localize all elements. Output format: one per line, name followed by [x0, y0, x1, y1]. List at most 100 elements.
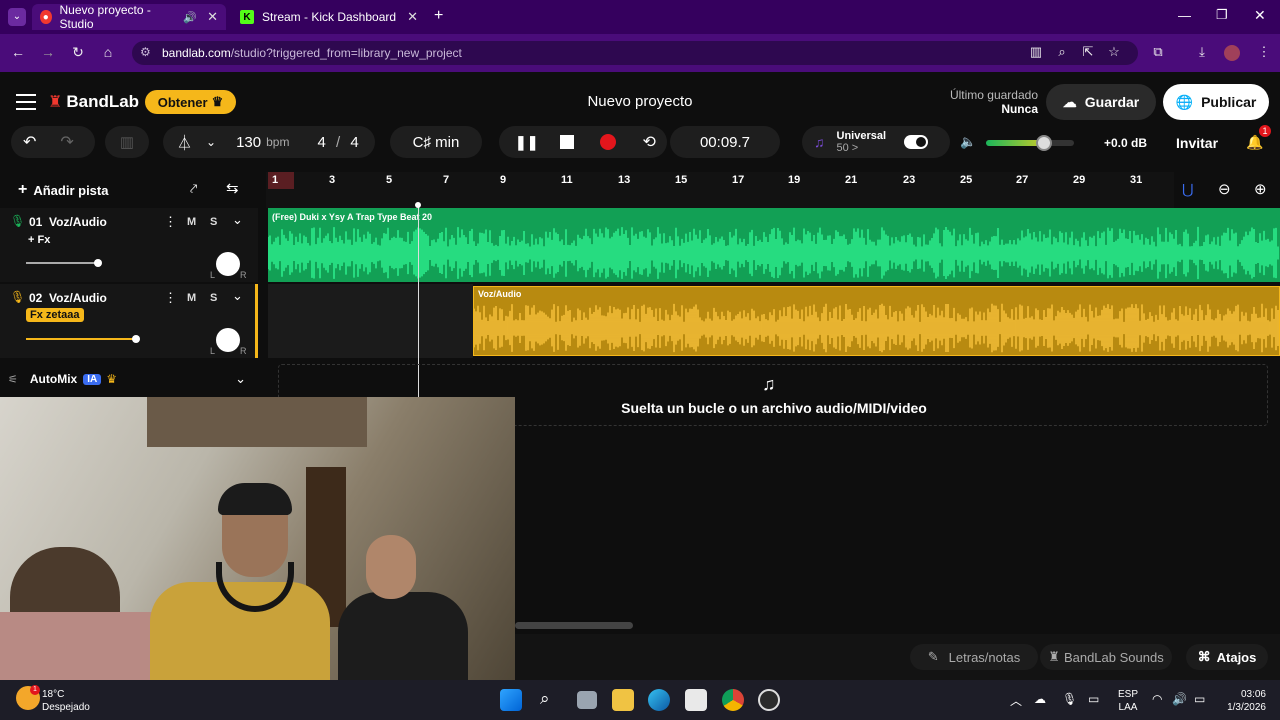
- obtener-button[interactable]: Obtener ♛: [145, 90, 236, 114]
- reload-icon[interactable]: ↻: [68, 44, 88, 61]
- track-2-name[interactable]: Voz/Audio: [49, 291, 107, 305]
- tray-chevron-icon[interactable]: ︿: [1010, 692, 1022, 709]
- track-2-solo-button[interactable]: S: [210, 292, 217, 304]
- task-view-icon[interactable]: [577, 691, 597, 709]
- track-1-name[interactable]: Voz/Audio: [49, 215, 107, 229]
- home-icon[interactable]: ⌂: [98, 44, 118, 60]
- undo-icon[interactable]: ↶: [23, 132, 36, 152]
- forward-icon[interactable]: →: [38, 44, 58, 60]
- automation-icon[interactable]: ⤤: [190, 181, 197, 197]
- track-1-pan-knob[interactable]: [216, 252, 240, 276]
- track-header-2[interactable]: 🎙 02 Voz/Audio ⋮ M S ⌄ Fx zetaaa L R: [0, 284, 258, 358]
- volume-slider[interactable]: [986, 135, 1074, 151]
- volume-icon[interactable]: 🔈: [960, 134, 976, 150]
- language-indicator[interactable]: ESP LAA: [1118, 688, 1138, 714]
- guardar-button[interactable]: ☁ Guardar: [1046, 84, 1156, 120]
- time-signature[interactable]: 4 / 4: [317, 134, 358, 151]
- search-icon[interactable]: ⌕: [540, 689, 550, 709]
- invitar-button[interactable]: Invitar: [1176, 135, 1218, 151]
- piano-roll-button[interactable]: ▥: [105, 126, 149, 158]
- atajos-button[interactable]: ⌘ Atajos: [1186, 644, 1268, 670]
- tab-list-chevron-icon[interactable]: ⌄: [8, 8, 26, 26]
- letras-button[interactable]: ✎ Letras/notas: [910, 644, 1038, 670]
- loop-icon[interactable]: ⟲: [642, 132, 655, 152]
- bandlab-logo[interactable]: ♜ BandLab: [48, 92, 139, 112]
- track-1-expand-icon[interactable]: ⌄: [232, 212, 243, 228]
- new-tab-icon[interactable]: +: [434, 7, 443, 25]
- tray-mic-icon[interactable]: 🎙: [1062, 692, 1077, 706]
- track-2-volume-slider[interactable]: [26, 335, 140, 343]
- automix-chevron-icon[interactable]: ⌄: [235, 371, 246, 387]
- track-2-pan-knob[interactable]: [216, 328, 240, 352]
- redo-icon[interactable]: ↷: [60, 132, 73, 152]
- onedrive-icon[interactable]: ☁: [1034, 692, 1046, 706]
- track-2-volume-knob[interactable]: [132, 335, 140, 343]
- track-2-expand-icon[interactable]: ⌄: [232, 288, 243, 304]
- horizontal-scrollbar[interactable]: [515, 622, 633, 629]
- metronome-icon[interactable]: ⏃: [177, 132, 192, 153]
- wifi-icon[interactable]: ◠: [1152, 692, 1162, 706]
- key-button[interactable]: C♯ min: [390, 126, 482, 158]
- battery-icon[interactable]: ▭: [1194, 692, 1205, 706]
- track-1-volume-knob[interactable]: [94, 259, 102, 267]
- obs-icon[interactable]: [758, 689, 780, 711]
- track-header-1[interactable]: 🎙 01 Voz/Audio ⋮ M S ⌄ + Fx L R: [0, 208, 258, 282]
- record-icon[interactable]: [600, 134, 617, 150]
- zoom-in-icon[interactable]: ⊕: [1254, 180, 1267, 198]
- add-track-button[interactable]: + Añadir pista: [18, 181, 108, 199]
- volume-knob[interactable]: [1036, 135, 1052, 151]
- reader-mode-icon[interactable]: ▥: [1026, 44, 1046, 60]
- tab-studio[interactable]: ● Nuevo proyecto - Studio 🔊 ✕: [32, 3, 226, 31]
- playhead-handle[interactable]: [415, 202, 421, 208]
- stop-icon[interactable]: [560, 135, 575, 149]
- track-1-volume-slider[interactable]: [26, 259, 102, 267]
- tray-display-icon[interactable]: ▭: [1088, 692, 1099, 706]
- magnet-snap-icon[interactable]: ⋃: [1182, 181, 1193, 198]
- zoom-out-icon[interactable]: ⊖: [1218, 180, 1231, 198]
- hamburger-menu-icon[interactable]: [16, 94, 36, 110]
- tab-kick[interactable]: K Stream - Kick Dashboard ✕: [232, 4, 426, 30]
- automix-row[interactable]: ⚟ AutoMix IA ♛ ⌄: [0, 366, 258, 392]
- download-icon[interactable]: ⤓: [1192, 44, 1212, 60]
- clock[interactable]: 03:06 1/3/2026: [1222, 688, 1266, 714]
- audio-clip-1[interactable]: (Free) Duki x Ysy A Trap Type Beat 20: [268, 208, 1280, 282]
- track-1-mute-button[interactable]: M: [187, 216, 196, 228]
- speaker-icon[interactable]: 🔊: [183, 11, 197, 24]
- track-1-solo-button[interactable]: S: [210, 216, 217, 228]
- speaker-tray-icon[interactable]: 🔊: [1172, 692, 1187, 706]
- bpm-value[interactable]: 130: [236, 134, 261, 151]
- timeline-ruler[interactable]: [266, 172, 1174, 208]
- extensions-icon[interactable]: ⧉: [1148, 44, 1168, 60]
- browser-menu-icon[interactable]: ⋮: [1254, 44, 1274, 60]
- sounds-button[interactable]: ♜ BandLab Sounds: [1040, 644, 1172, 670]
- maximize-icon[interactable]: ❐: [1216, 7, 1228, 23]
- close-tab-icon[interactable]: ✕: [207, 9, 218, 25]
- preset-toggle[interactable]: [904, 135, 929, 149]
- track-1-menu-icon[interactable]: ⋮: [164, 214, 177, 230]
- project-title[interactable]: Nuevo proyecto: [560, 93, 720, 110]
- edge-icon[interactable]: [648, 689, 670, 711]
- windows-start-icon[interactable]: [500, 689, 522, 711]
- metronome-chevron-icon[interactable]: ⌄: [206, 135, 216, 149]
- track-2-mute-button[interactable]: M: [187, 292, 196, 304]
- chrome-icon[interactable]: [722, 689, 744, 711]
- url-field[interactable]: ⚙ bandlab.com/studio?triggered_from=libr…: [132, 41, 1138, 65]
- preset-info[interactable]: Universal 50 >: [837, 130, 887, 154]
- site-info-icon[interactable]: ⚙: [140, 45, 151, 59]
- minimize-icon[interactable]: —: [1178, 8, 1191, 23]
- audio-clip-2[interactable]: Voz/Audio: [473, 286, 1280, 356]
- pause-icon[interactable]: ❚❚: [515, 134, 538, 151]
- publicar-button[interactable]: 🌐 Publicar: [1163, 84, 1269, 120]
- zoom-icon[interactable]: ⌕: [1052, 44, 1072, 60]
- profile-avatar[interactable]: [1224, 45, 1240, 61]
- track-2-fx-button[interactable]: Fx zetaaa: [26, 308, 84, 322]
- close-tab-icon[interactable]: ✕: [407, 9, 418, 25]
- back-icon[interactable]: ←: [8, 44, 28, 60]
- cast-icon[interactable]: ⇱: [1078, 44, 1098, 60]
- track-2-menu-icon[interactable]: ⋮: [164, 290, 177, 306]
- notification-bell-icon[interactable]: 🔔: [1246, 134, 1263, 151]
- file-explorer-icon[interactable]: [612, 689, 634, 711]
- window-close-icon[interactable]: ✕: [1254, 7, 1266, 24]
- weather-info[interactable]: 18°C Despejado: [42, 688, 90, 714]
- track-1-fx-button[interactable]: + Fx: [28, 234, 50, 246]
